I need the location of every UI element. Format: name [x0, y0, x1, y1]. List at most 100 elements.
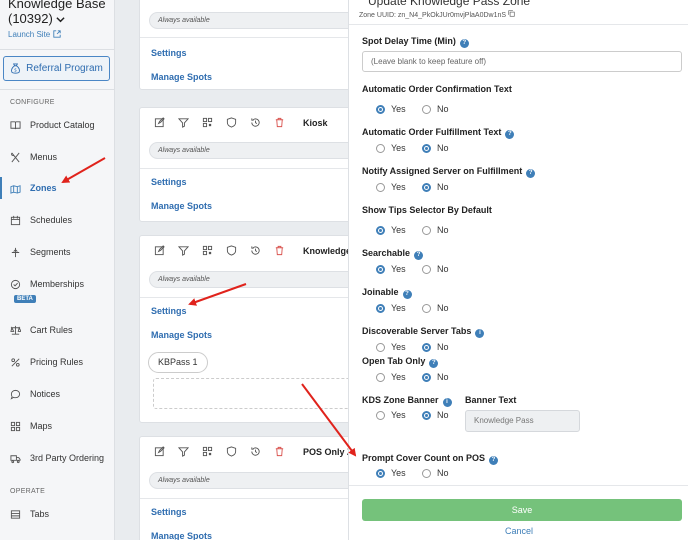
launch-site-label: Launch Site	[8, 30, 51, 39]
brand-selector[interactable]: Knowledge Base (10392)	[8, 0, 108, 26]
sidebar-item-tabs[interactable]: Tabs	[0, 503, 115, 525]
shield-icon[interactable]	[226, 446, 237, 457]
settings-link[interactable]: Settings	[151, 48, 187, 58]
spot-pill[interactable]: KBPass 1	[148, 352, 208, 373]
filter-icon[interactable]	[178, 117, 189, 128]
radio-yes[interactable]: Yes	[376, 143, 406, 153]
availability-badge: Always available	[149, 12, 369, 29]
sidebar-item-memberships[interactable]: Memberships	[0, 273, 115, 295]
launch-site-link[interactable]: Launch Site	[8, 30, 61, 39]
radio-dot	[376, 468, 385, 478]
trash-icon[interactable]	[274, 446, 285, 457]
history-icon[interactable]	[250, 117, 261, 128]
radio-yes[interactable]: Yes	[376, 104, 406, 114]
radio-yes[interactable]: Yes	[376, 372, 406, 382]
radio-no[interactable]: No	[422, 143, 449, 153]
manage-spots-link[interactable]: Manage Spots	[151, 330, 212, 340]
radio-yes[interactable]: Yes	[376, 225, 406, 235]
tab-icon	[10, 509, 21, 519]
qr-code-icon[interactable]	[202, 446, 213, 457]
shield-icon[interactable]	[226, 117, 237, 128]
shield-icon[interactable]	[226, 245, 237, 256]
help-icon[interactable]: ?	[414, 251, 424, 260]
radio-dot	[376, 303, 385, 313]
manage-spots-link[interactable]: Manage Spots	[151, 72, 212, 82]
sidebar-item-3rd-party-ordering[interactable]: 3rd Party Ordering	[0, 447, 115, 469]
radio-dot	[422, 225, 431, 235]
save-button[interactable]: Save	[362, 499, 682, 521]
history-icon[interactable]	[250, 446, 261, 457]
trash-icon[interactable]	[274, 245, 285, 256]
spot-delay-input[interactable]: (Leave blank to keep feature off)	[362, 51, 682, 72]
settings-link[interactable]: Settings	[151, 177, 187, 187]
radio-dot	[376, 182, 385, 192]
help-icon[interactable]: ?	[402, 290, 412, 299]
radio-label: No	[437, 372, 449, 382]
radio-no[interactable]: No	[422, 410, 449, 420]
sidebar-item-pricing-rules[interactable]: Pricing Rules	[0, 351, 115, 373]
filter-icon[interactable]	[178, 245, 189, 256]
history-icon[interactable]	[250, 245, 261, 256]
trash-icon[interactable]	[274, 117, 285, 128]
cancel-link[interactable]: Cancel	[349, 526, 688, 536]
sidebar-item-cart-rules[interactable]: Cart Rules	[0, 319, 115, 341]
help-icon[interactable]: ?	[526, 169, 536, 178]
radio-yes[interactable]: Yes	[376, 303, 406, 313]
sidebar-item-menus[interactable]: Menus	[0, 146, 115, 168]
radio-label: Yes	[391, 264, 406, 274]
radio-no[interactable]: No	[422, 104, 449, 114]
manage-spots-link[interactable]: Manage Spots	[151, 201, 212, 211]
radio-yes[interactable]: Yes	[376, 342, 406, 352]
radio-yes[interactable]: Yes	[376, 410, 406, 420]
radio-label: Yes	[391, 372, 406, 382]
sidebar-item-zones[interactable]: Zones	[0, 177, 115, 199]
radio-no[interactable]: No	[422, 264, 449, 274]
copy-icon[interactable]	[508, 10, 515, 17]
sidebar-item-maps[interactable]: Maps	[0, 415, 115, 437]
radio-no[interactable]: No	[422, 182, 449, 192]
radio-no[interactable]: No	[422, 468, 449, 478]
radio-yes[interactable]: Yes	[376, 182, 406, 192]
zone-uuid-text: Zone UUID: zn_N4_PkOkJUr0mvjPlaA0Dw1nS	[359, 12, 507, 19]
edit-icon[interactable]	[154, 245, 165, 256]
radio-no[interactable]: No	[422, 342, 449, 352]
qr-code-icon[interactable]	[202, 117, 213, 128]
radio-dot	[422, 303, 431, 313]
sidebar-item-notices[interactable]: Notices	[0, 383, 115, 405]
settings-link[interactable]: Settings	[151, 507, 187, 517]
help-icon[interactable]: ?	[429, 359, 439, 368]
field-label-text: Notify Assigned Server on Fulfillment	[362, 166, 523, 176]
radio-yes[interactable]: Yes	[376, 264, 406, 274]
sidebar-item-label: Pricing Rules	[30, 357, 84, 367]
field-label: Discoverable Server Tabs i	[362, 326, 485, 338]
availability-badge: Always available	[149, 472, 369, 489]
field-label: KDS Zone Banner i	[362, 395, 452, 407]
edit-icon[interactable]	[154, 117, 165, 128]
sidebar-item-segments[interactable]: Segments	[0, 241, 115, 263]
radio-no[interactable]: No	[422, 225, 449, 235]
sidebar-item-product-catalog[interactable]: Product Catalog	[0, 114, 115, 136]
radio-no[interactable]: No	[422, 372, 449, 382]
settings-link[interactable]: Settings	[151, 306, 187, 316]
qr-code-icon[interactable]	[202, 245, 213, 256]
svg-text:$: $	[14, 68, 17, 74]
zone-card: Knowledge Always available Settings Mana…	[139, 235, 369, 423]
manage-spots-link[interactable]: Manage Spots	[151, 531, 212, 540]
help-icon[interactable]: ?	[459, 39, 469, 48]
help-icon[interactable]: ?	[489, 456, 499, 465]
spot-drop-area[interactable]	[153, 378, 363, 409]
info-icon[interactable]: i	[442, 398, 452, 407]
edit-icon[interactable]	[154, 446, 165, 457]
banner-text-input[interactable]: Knowledge Pass	[465, 410, 580, 432]
referral-program-button[interactable]: $ Referral Program	[3, 56, 110, 81]
availability-badge: Always available	[149, 271, 369, 288]
radio-yes[interactable]: Yes	[376, 468, 406, 478]
sidebar-item-schedules[interactable]: Schedules	[0, 209, 115, 231]
configure-section-label: CONFIGURE	[10, 99, 55, 106]
filter-icon[interactable]	[178, 446, 189, 457]
radio-label: No	[437, 264, 449, 274]
help-icon[interactable]: ?	[505, 130, 515, 139]
radio-no[interactable]: No	[422, 303, 449, 313]
info-icon[interactable]: i	[475, 329, 485, 338]
field-label: Automatic Order Fulfillment Text?	[362, 127, 515, 139]
